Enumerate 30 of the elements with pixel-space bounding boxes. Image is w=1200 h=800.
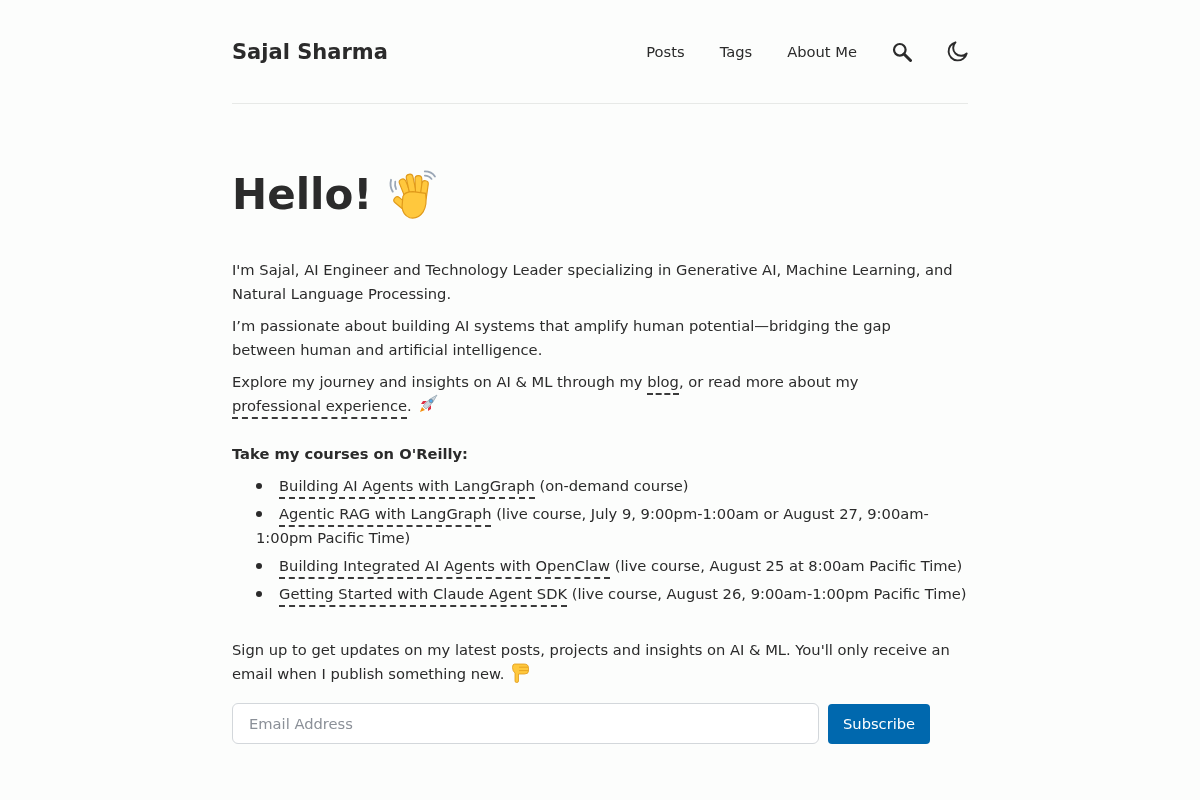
- course-link[interactable]: Building Integrated AI Agents with OpenClaw: [279, 557, 611, 579]
- bullet-icon: [256, 511, 262, 517]
- bullet-icon: [256, 563, 262, 569]
- text-link[interactable]: blog: [647, 373, 679, 395]
- course-item: Getting Started with Claude Agent SDK (live course, August 26, 9:00am-1:00pm Pacific Time): [256, 582, 968, 606]
- nav-link[interactable]: About Me: [787, 43, 857, 60]
- course-item: Building Integrated AI Agents with OpenClaw (live course, August 25 at 8:00am Pacific Time): [256, 554, 968, 578]
- moon-icon[interactable]: [947, 41, 968, 62]
- course-link[interactable]: Building AI Agents with LangGraph: [279, 477, 535, 499]
- subscribe-button[interactable]: Subscribe: [828, 703, 931, 744]
- course-link[interactable]: Agentic RAG with LangGraph: [279, 505, 492, 527]
- signup-text: Sign up to get updates on my latest posts, projects and insights on AI & ML. You'll only receive an email when I publish something new.: [232, 640, 951, 685]
- nav-link[interactable]: Tags: [719, 43, 753, 60]
- nav-link[interactable]: Posts: [646, 43, 685, 60]
- course-item: Agentic RAG with LangGraph (live course, July 9, 9:00pm-1:00am or August 27, 9:00am-1:00pm Pacific Time): [256, 504, 930, 548]
- text-link[interactable]: professional experience: [232, 397, 408, 419]
- course-item: Building AI Agents with LangGraph (on-demand course): [256, 474, 968, 498]
- site-title[interactable]: Sajal Sharma: [232, 39, 388, 64]
- search-icon[interactable]: [892, 41, 912, 62]
- intro-paragraph: Explore my journey and insights on AI & ML through my blog, or read more about my professional experience.: [232, 370, 956, 418]
- course-link[interactable]: Getting Started with Claude Agent SDK: [279, 585, 568, 607]
- pointing-down-icon: [510, 663, 531, 683]
- intro-paragraph: I’m passionate about building AI systems that amplify human potential—bridging the gap between human and artificial intelligence.: [232, 316, 892, 360]
- intro-paragraph: I'm Sajal, AI Engineer and Technology Leader specializing in Generative AI, Machine Learning, and Natural Language Processing.: [232, 260, 954, 304]
- rocket-icon: [417, 394, 438, 414]
- bullet-icon: [256, 483, 262, 489]
- bullet-icon: [256, 591, 262, 597]
- courses-heading: Take my courses on O'Reilly:: [232, 444, 469, 464]
- email-input[interactable]: Email Address: [232, 703, 819, 744]
- page-heading: Hello!: [232, 169, 373, 221]
